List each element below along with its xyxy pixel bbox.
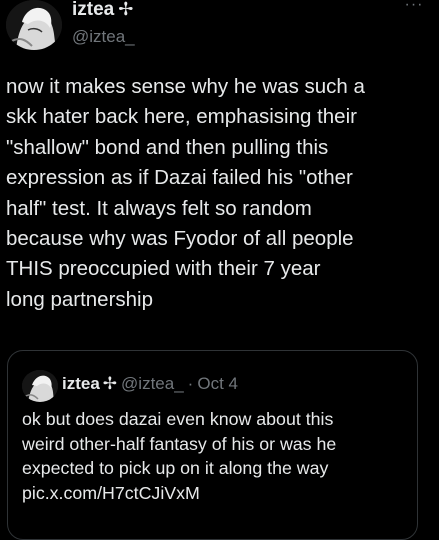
quoted-text-line: weird other-half fantasy of his or was h… [22, 433, 337, 454]
tweet-text-line: now it makes sense why he was such a [6, 75, 365, 98]
more-options-icon[interactable]: ··· [399, 0, 429, 20]
quoted-text-line: expected to pick up on it along the way [22, 458, 329, 479]
tweet-text-line: expression as if Dazai failed his "other [6, 166, 353, 190]
author-name-text: iztea [72, 0, 115, 20]
quoted-author-name: iztea [62, 374, 100, 393]
quoted-tweet-header: iztea ✢ @iztea_ · Oct 4 [62, 374, 238, 394]
tweet-text-line: THIS preoccupied with their 7 year [6, 257, 321, 281]
name-symbol-icon: ✢ [118, 0, 134, 19]
separator-dot: · [187, 374, 194, 393]
author-avatar[interactable] [6, 0, 62, 50]
quoted-tweet-date: Oct 4 [197, 374, 238, 393]
quoted-author-avatar [22, 370, 58, 402]
quoted-tweet-text: ok but does dazai even know about this w… [22, 407, 412, 505]
quoted-text-link: pic.x.com/H7ctCJiVxM [22, 482, 200, 503]
tweet-text-line: "shallow" bond and then pulling this [6, 135, 329, 159]
author-display-name[interactable]: iztea ✢ [72, 0, 133, 21]
quoted-tweet-card[interactable]: iztea ✢ @iztea_ · Oct 4 ok but does dazai ev… [7, 350, 418, 540]
tweet-text-line: half" test. It always felt so random [6, 196, 312, 220]
quoted-name-symbol-icon: ✢ [102, 374, 118, 393]
quoted-text-line: ok but does dazai even know about this [22, 409, 334, 429]
tweet-text-line: because why was Fyodor of all people [6, 227, 354, 251]
author-handle[interactable]: @iztea_ [72, 27, 135, 47]
tweet-text: now it makes sense why he was such a skk… [6, 72, 432, 315]
tweet-text-line: skk hater back here, emphasising their [6, 105, 357, 129]
tweet-text-line: long partnership [6, 287, 154, 311]
quoted-author-handle: @iztea_ [121, 374, 184, 393]
